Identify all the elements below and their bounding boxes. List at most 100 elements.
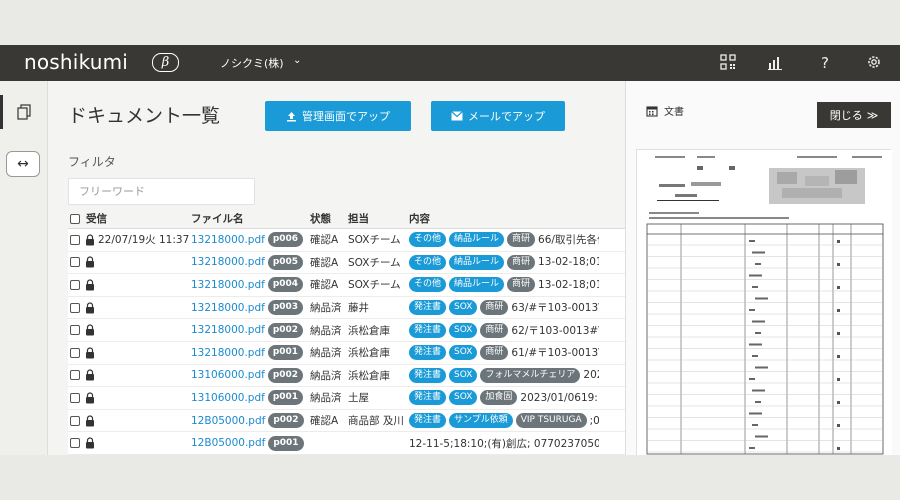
category-tag[interactable]: 納品ルール — [449, 254, 505, 270]
table-row[interactable]: 12B05000.pdf p002 確認A 商品部 及川 発注書 サンプル依頼 VIP … — [68, 409, 625, 433]
upload-admin-label: 管理画面でアップ — [302, 110, 390, 123]
table-row[interactable]: 12B05000.pdf p001 12-11-5;18:10;(有)創広; 0… — [68, 432, 625, 455]
row-lock-cell — [85, 252, 98, 274]
row-lock-cell — [85, 297, 98, 319]
row-checkbox[interactable] — [70, 319, 80, 341]
sidebar-item-documents[interactable] — [0, 95, 48, 129]
header-filename[interactable]: ファイル名 — [191, 209, 244, 228]
category-tag[interactable]: サンプル依頼 — [449, 413, 513, 429]
active-indicator — [0, 95, 3, 129]
file-link[interactable]: 12B05000.pdf — [191, 437, 265, 449]
category-tag[interactable]: 商研 — [507, 232, 536, 248]
owner-text: 浜松倉庫 — [348, 369, 390, 382]
upload-admin-button[interactable]: 管理画面でアップ — [265, 101, 411, 131]
row-checkbox[interactable] — [70, 229, 80, 251]
double-arrow-icon: ↔ — [17, 156, 29, 172]
category-tag[interactable]: 商研 — [507, 254, 536, 270]
category-tag[interactable]: その他 — [409, 232, 447, 248]
table-row[interactable]: 13218000.pdf p005 確認A SOXチーム その他 納品ルール 商研 13-… — [68, 251, 625, 275]
app-logo[interactable]: noshikumi — [24, 50, 128, 74]
document-table: 受信 ファイル名 状態 担当 内容 22/07/19火 11:37 132180… — [68, 209, 625, 455]
category-tag[interactable]: VIP TSURUGA — [515, 413, 587, 429]
lock-icon — [86, 279, 94, 291]
file-link[interactable]: 13218000.pdf — [191, 279, 265, 291]
header-content[interactable]: 内容 — [409, 209, 430, 228]
close-button[interactable]: 閉じる ≫ — [817, 102, 891, 128]
status-text: 納品済 — [310, 392, 342, 405]
content-cell: 12-11-5;18:10;(有)創広; 0770237050#1/2axtra — [409, 432, 599, 454]
category-tag[interactable]: 発注書 — [409, 345, 447, 361]
table-row[interactable]: 13106000.pdf p002 納品済 浜松倉庫 発注書 SOX フォルマメルチェリ… — [68, 364, 625, 388]
table-row[interactable]: 13218000.pdf p001 納品済 浜松倉庫 発注書 SOX 商研 61/#〒10… — [68, 341, 625, 365]
select-all-checkbox[interactable] — [70, 209, 80, 228]
qr-code-icon[interactable] — [720, 54, 736, 70]
calendar-icon — [646, 105, 658, 117]
header-received[interactable]: 受信 — [86, 209, 107, 228]
category-tag[interactable]: 商研 — [507, 277, 536, 293]
category-tag[interactable]: フォルマメルチェリア — [480, 367, 581, 383]
category-tag[interactable]: 発注書 — [409, 367, 447, 383]
header-status[interactable]: 状態 — [310, 209, 331, 228]
row-checkbox[interactable] — [70, 410, 80, 432]
category-tag[interactable]: 加食固 — [480, 390, 518, 406]
table-row[interactable]: 13106000.pdf p001 納品済 土屋 発注書 SOX 加食固 2023/01/… — [68, 387, 625, 410]
row-checkbox[interactable] — [70, 342, 80, 364]
category-tag[interactable]: SOX — [449, 345, 478, 361]
collapse-toggle-button[interactable]: ↔ — [6, 151, 40, 177]
category-tag[interactable]: 発注書 — [409, 390, 447, 406]
upload-mail-button[interactable]: メールでアップ — [431, 101, 565, 131]
lock-icon — [86, 347, 94, 359]
file-link[interactable]: 13218000.pdf — [191, 256, 265, 268]
file-link[interactable]: 13218000.pdf — [191, 324, 265, 336]
page-badge: p003 — [267, 300, 304, 316]
lock-icon — [86, 392, 94, 404]
page-badge: p006 — [267, 232, 304, 248]
table-row[interactable]: 22/07/19火 11:37 13218000.pdf p006 確認A SOX… — [68, 229, 625, 252]
category-tag[interactable]: SOX — [449, 322, 478, 338]
category-tag[interactable]: SOX — [449, 367, 478, 383]
document-preview-image[interactable] — [636, 149, 892, 455]
content-cell: 発注書SOXフォルマメルチェリア2023/01/ — [409, 365, 599, 387]
category-tag[interactable]: 発注書 — [409, 413, 447, 429]
table-row[interactable]: 13218000.pdf p004 確認A SOXチーム その他 納品ルール 商研 13-… — [68, 274, 625, 297]
lock-icon — [86, 437, 94, 449]
row-checkbox[interactable] — [70, 432, 80, 454]
gear-icon[interactable] — [866, 54, 882, 70]
double-chevron-right-icon: ≫ — [866, 108, 879, 122]
category-tag[interactable]: その他 — [409, 277, 447, 293]
owner-text: 土屋 — [348, 392, 369, 405]
file-link[interactable]: 13106000.pdf — [191, 392, 265, 404]
bar-chart-icon[interactable] — [767, 54, 783, 70]
search-input[interactable]: フリーワード — [68, 178, 255, 205]
category-tag[interactable]: 納品ルール — [449, 277, 505, 293]
help-icon[interactable]: ? — [817, 54, 833, 70]
organization-selector[interactable]: ノシクミ(株) — [220, 55, 284, 71]
file-link[interactable]: 12B05000.pdf — [191, 415, 265, 427]
category-tag[interactable]: 商研 — [480, 322, 509, 338]
category-tag[interactable]: 納品ルール — [449, 232, 505, 248]
header-owner[interactable]: 担当 — [348, 209, 369, 228]
page-title: ドキュメント一覧 — [68, 105, 221, 127]
file-link[interactable]: 13218000.pdf — [191, 347, 265, 359]
filename-cell: 13218000.pdf p005 — [191, 252, 304, 274]
content-text: 12-11-5;18:10;(有)創広; 0770237050#1/2axtra — [409, 437, 599, 450]
table-row[interactable]: 13218000.pdf p002 納品済 浜松倉庫 発注書 SOX 商研 62/〒103… — [68, 319, 625, 342]
file-link[interactable]: 13218000.pdf — [191, 302, 265, 314]
category-tag[interactable]: SOX — [449, 390, 478, 406]
category-tag[interactable]: 商研 — [480, 345, 509, 361]
chevron-down-icon[interactable]: ⌄ — [293, 55, 301, 66]
row-checkbox[interactable] — [70, 274, 80, 296]
row-checkbox[interactable] — [70, 387, 80, 409]
category-tag[interactable]: その他 — [409, 254, 447, 270]
file-link[interactable]: 13218000.pdf — [191, 234, 265, 246]
category-tag[interactable]: SOX — [449, 300, 478, 316]
category-tag[interactable]: 発注書 — [409, 322, 447, 338]
row-checkbox[interactable] — [70, 297, 80, 319]
table-row[interactable]: 13218000.pdf p003 納品済 藤井 発注書 SOX 商研 63/#〒103-… — [68, 296, 625, 320]
file-link[interactable]: 13106000.pdf — [191, 369, 265, 381]
row-checkbox[interactable] — [70, 365, 80, 387]
category-tag[interactable]: 商研 — [480, 300, 509, 316]
category-tag[interactable]: 発注書 — [409, 300, 447, 316]
documents-icon — [17, 104, 31, 120]
row-checkbox[interactable] — [70, 252, 80, 274]
